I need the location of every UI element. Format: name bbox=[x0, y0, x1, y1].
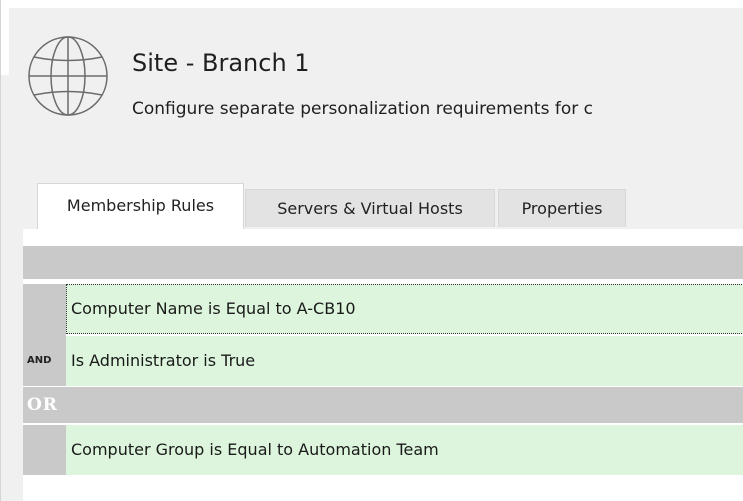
operator-column: AND bbox=[23, 284, 66, 386]
operator-column bbox=[23, 425, 66, 475]
rule-row[interactable]: Computer Group is Equal to Automation Te… bbox=[66, 425, 743, 475]
globe-icon bbox=[28, 36, 108, 116]
rule-group-header[interactable] bbox=[23, 246, 743, 279]
tab-membership-rules[interactable]: Membership Rules bbox=[37, 183, 244, 229]
rule-row[interactable]: Computer Name is Equal to A-CB10 bbox=[66, 284, 743, 334]
window-top-edge bbox=[1, 0, 743, 8]
and-operator-label: AND bbox=[27, 355, 52, 366]
or-operator-label: OR bbox=[27, 395, 58, 415]
window-left-edge bbox=[1, 0, 9, 75]
membership-window: Site - Branch 1 Configure separate perso… bbox=[0, 0, 743, 501]
page-title: Site - Branch 1 bbox=[132, 49, 310, 77]
rule-row[interactable]: Is Administrator is True bbox=[66, 336, 743, 386]
membership-rules-panel: AND Computer Name is Equal to A-CB10 Is … bbox=[23, 229, 743, 501]
page-subtitle: Configure separate personalization requi… bbox=[132, 99, 593, 119]
tab-properties[interactable]: Properties bbox=[498, 189, 626, 227]
tab-servers-virtual-hosts[interactable]: Servers & Virtual Hosts bbox=[245, 189, 495, 227]
tab-strip: Membership Rules Servers & Virtual Hosts… bbox=[23, 183, 743, 229]
or-separator: OR bbox=[23, 387, 743, 423]
